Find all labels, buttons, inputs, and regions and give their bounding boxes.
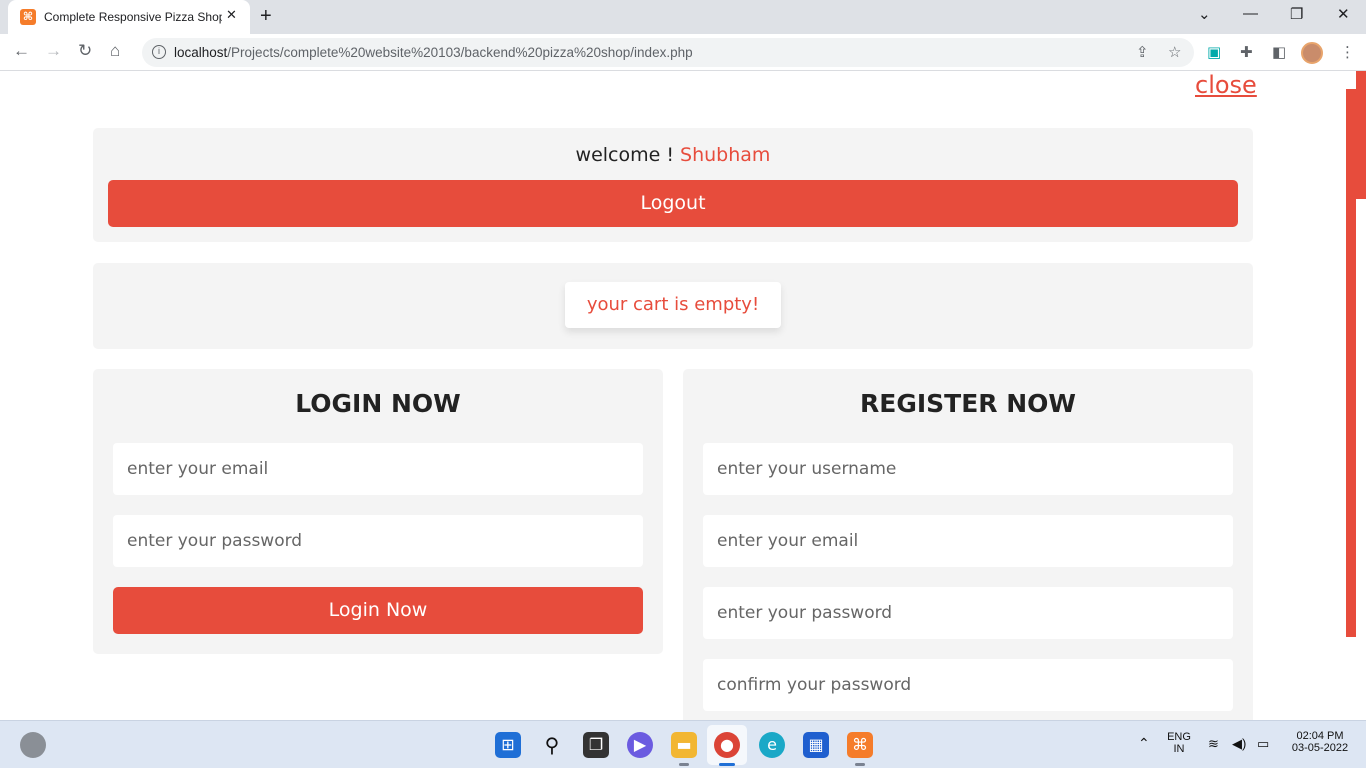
edge-icon[interactable]: e [759, 732, 785, 758]
browser-tab-bar: ⌘ Complete Responsive Pizza Shop ✕ + ⌄ —… [0, 0, 1366, 34]
forward-arrow-icon[interactable]: → [45, 41, 62, 61]
windows-start-icon[interactable]: ⊞ [495, 732, 521, 758]
xampp-indicator [855, 763, 865, 766]
user-account-box: welcome ! Shubham Logout [93, 128, 1253, 242]
url-host: localhost [174, 45, 228, 60]
weather-widget-icon[interactable] [20, 732, 46, 758]
clock[interactable]: 02:04 PM 03-05-2022 [1284, 730, 1356, 754]
bookmark-star-icon[interactable]: ☆ [1168, 43, 1181, 61]
clock-date: 03-05-2022 [1291, 742, 1349, 754]
xampp-icon[interactable]: ⌘ [847, 732, 873, 758]
extension-n-icon[interactable]: ▣ [1207, 43, 1221, 61]
logout-button[interactable]: Logout [108, 180, 1238, 227]
register-confirm-password-field[interactable]: confirm your password [703, 659, 1233, 711]
user-name: Shubham [680, 144, 771, 166]
login-form: LOGIN NOW enter your email enter your pa… [93, 369, 663, 654]
task-view-icon[interactable]: ❐ [583, 732, 609, 758]
register-title: REGISTER NOW [860, 389, 1076, 418]
page-scrollbar-edge [1356, 71, 1366, 199]
language-code: ENG [1167, 731, 1191, 743]
restore-button[interactable]: ❐ [1290, 5, 1303, 23]
register-email-field[interactable]: enter your email [703, 515, 1233, 567]
login-password-field[interactable]: enter your password [113, 515, 643, 567]
login-now-button[interactable]: Login Now [113, 587, 643, 634]
tray-overflow-chevron-icon[interactable]: ⌃ [1138, 735, 1150, 752]
teams-chat-icon[interactable]: ▶ [627, 732, 653, 758]
site-info-icon[interactable]: i [152, 45, 166, 59]
search-icon[interactable]: ⚲ [539, 732, 565, 758]
side-panel-icon[interactable]: ◧ [1272, 43, 1286, 61]
profile-avatar[interactable] [1301, 42, 1323, 64]
home-icon[interactable]: ⌂ [110, 41, 120, 61]
language-indicator[interactable]: ENG IN [1164, 731, 1194, 755]
register-form: REGISTER NOW enter your username enter y… [683, 369, 1253, 720]
reload-icon[interactable]: ↻ [78, 41, 92, 61]
tab-search-icon[interactable]: ⌄ [1198, 5, 1211, 23]
back-arrow-icon[interactable]: ← [13, 41, 30, 61]
minimize-button[interactable]: — [1243, 5, 1258, 22]
extensions-puzzle-icon[interactable]: ✚ [1240, 43, 1253, 61]
close-window-button[interactable]: ✕ [1337, 5, 1350, 23]
region-code: IN [1173, 743, 1185, 755]
microsoft-store-icon[interactable]: ▦ [803, 732, 829, 758]
browser-toolbar: ← → ↻ ⌂ i localhost/Projects/complete%20… [0, 34, 1366, 71]
battery-icon[interactable]: ▭ [1257, 736, 1269, 752]
cart-box: your cart is empty! [93, 263, 1253, 349]
welcome-message: welcome ! Shubham [93, 144, 1253, 166]
clock-time: 02:04 PM [1296, 730, 1344, 742]
file-explorer-indicator [679, 763, 689, 766]
wifi-icon[interactable]: ≋ [1208, 736, 1219, 752]
chrome-active-indicator [719, 763, 735, 766]
address-bar[interactable]: i localhost/Projects/complete%20website%… [142, 38, 1194, 67]
file-explorer-icon[interactable]: ▬ [671, 732, 697, 758]
tab-close-icon[interactable]: ✕ [226, 8, 237, 23]
windows-taskbar: ⊞ ⚲ ❐ ▶ ▬ ● e ▦ ⌘ ⌃ ENG IN ≋ ◀) ▭ 02:04 … [0, 720, 1366, 768]
xampp-favicon-icon: ⌘ [20, 9, 36, 25]
share-icon[interactable]: ⇪ [1136, 43, 1149, 61]
register-password-field[interactable]: enter your password [703, 587, 1233, 639]
chrome-icon[interactable]: ● [714, 732, 740, 758]
browser-tab[interactable]: ⌘ Complete Responsive Pizza Shop ✕ [8, 0, 250, 34]
volume-icon[interactable]: ◀) [1232, 736, 1246, 752]
close-link[interactable]: close [1195, 71, 1257, 99]
tab-title: Complete Responsive Pizza Shop [44, 10, 222, 24]
new-tab-button[interactable]: + [260, 5, 272, 28]
chrome-menu-icon[interactable]: ⋮ [1340, 43, 1355, 61]
page-viewport: close welcome ! Shubham Logout your cart… [0, 71, 1366, 720]
login-email-field[interactable]: enter your email [113, 443, 643, 495]
register-username-field[interactable]: enter your username [703, 443, 1233, 495]
url-path: /Projects/complete%20website%20103/backe… [227, 45, 693, 60]
page-scrollbar-thumb[interactable] [1346, 89, 1356, 637]
cart-empty-message: your cart is empty! [565, 282, 781, 328]
url-text[interactable]: localhost/Projects/complete%20website%20… [174, 45, 693, 60]
login-title: LOGIN NOW [295, 389, 461, 418]
welcome-prefix: welcome ! [575, 144, 681, 166]
